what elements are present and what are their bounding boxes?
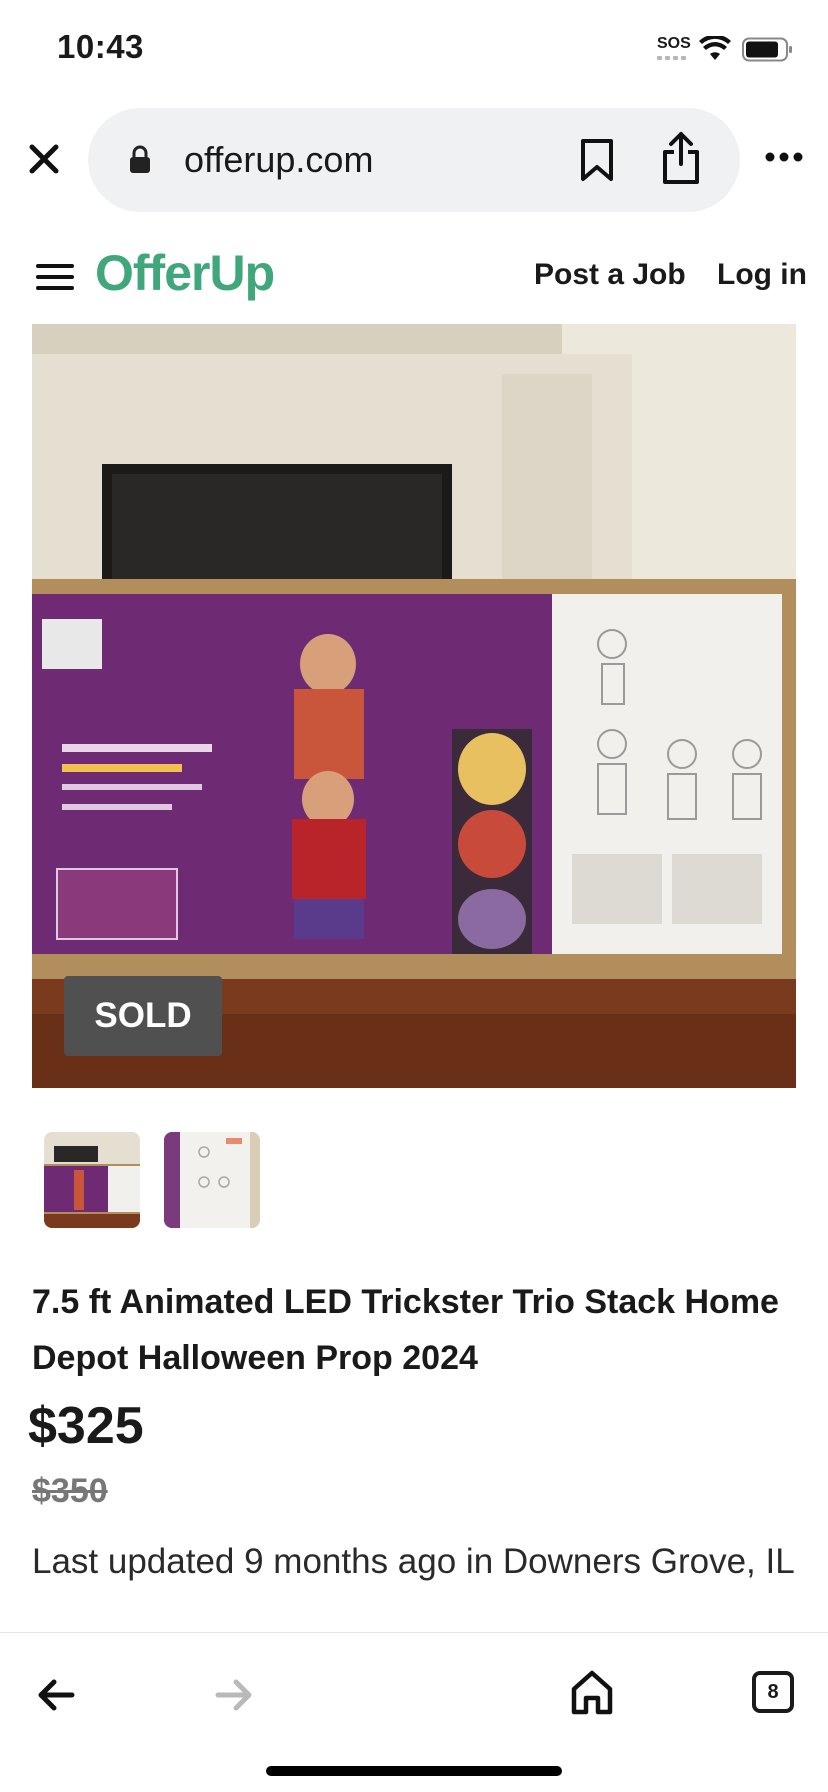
home-icon[interactable] xyxy=(570,1669,614,1715)
tabs-icon[interactable]: 8 xyxy=(752,1671,794,1713)
lock-icon xyxy=(130,145,150,173)
sold-badge: SOLD xyxy=(64,976,222,1056)
original-price: $350 xyxy=(32,1472,108,1510)
listing-updated-location: Last updated 9 months ago in Downers Gro… xyxy=(32,1542,795,1581)
status-bar: 10:43 SOS xyxy=(0,0,828,100)
photo-thumbnail[interactable] xyxy=(164,1132,260,1228)
more-icon[interactable] xyxy=(764,151,804,163)
listing-title: 7.5 ft Animated LED Trickster Trio Stack… xyxy=(32,1283,779,1377)
status-time: 10:43 xyxy=(57,28,144,65)
share-icon[interactable] xyxy=(660,130,702,186)
sos-indicator: SOS xyxy=(657,35,691,52)
login-link[interactable]: Log in xyxy=(717,258,807,292)
url-text: offerup.com xyxy=(184,139,374,180)
listing-main-photo[interactable] xyxy=(32,324,796,1088)
cellular-dots-icon xyxy=(657,56,689,60)
photo-thumbnail[interactable] xyxy=(44,1132,140,1228)
home-indicator xyxy=(266,1766,562,1776)
browser-toolbar: offerup.com xyxy=(0,105,828,215)
wifi-icon xyxy=(699,36,731,60)
site-header: OfferUp Post a Job Log in xyxy=(0,238,828,314)
back-icon[interactable] xyxy=(36,1677,76,1713)
listing-price: $325 xyxy=(28,1397,144,1455)
forward-icon[interactable] xyxy=(214,1677,254,1713)
battery-icon xyxy=(742,37,792,62)
offerup-logo[interactable]: OfferUp xyxy=(95,244,275,302)
bookmark-icon[interactable] xyxy=(578,138,616,182)
close-icon[interactable] xyxy=(24,139,64,179)
address-bar[interactable]: offerup.com xyxy=(88,108,740,212)
post-job-link[interactable]: Post a Job xyxy=(534,258,686,292)
hamburger-icon[interactable] xyxy=(36,262,74,292)
